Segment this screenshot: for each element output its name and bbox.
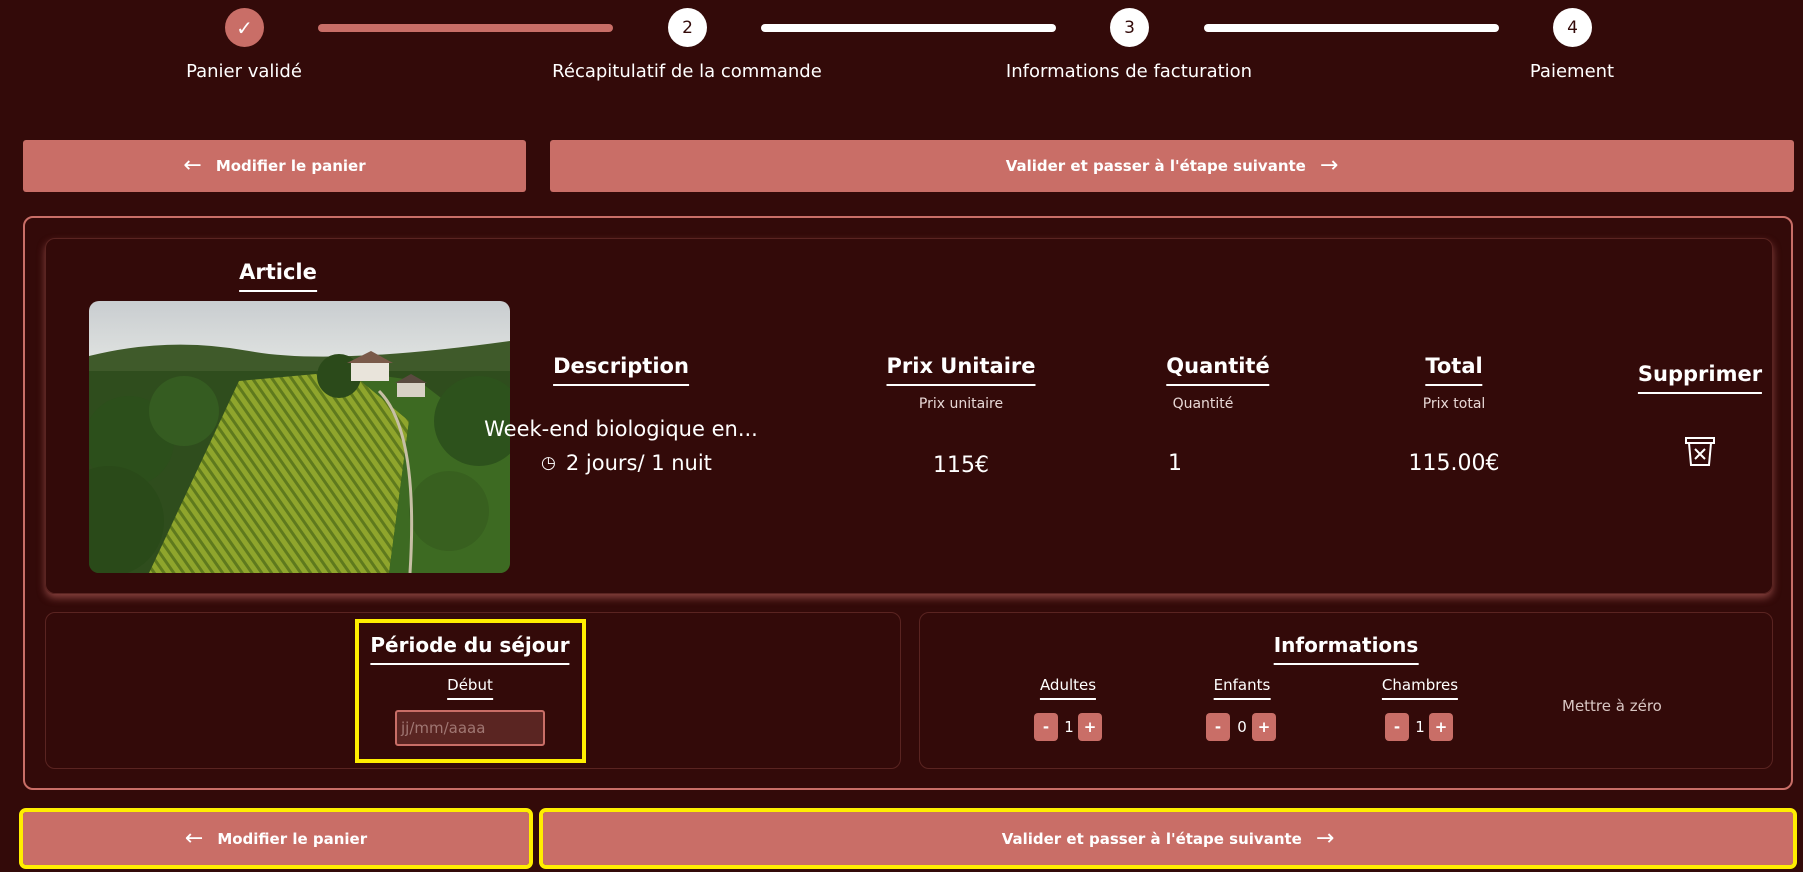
step-progress-bar-3 — [1204, 24, 1499, 32]
unit-price-value: 115€ — [933, 453, 989, 478]
children-count: 0 — [1237, 718, 1247, 736]
modify-cart-button-bottom[interactable]: ← Modifier le panier — [19, 808, 533, 869]
arrow-left-icon: ← — [184, 825, 204, 851]
modify-cart-label: Modifier le panier — [215, 157, 366, 175]
delete-header: Supprimer — [1638, 362, 1762, 394]
total-header: Total — [1425, 354, 1482, 386]
quantity-value: 1 — [1168, 451, 1182, 476]
rooms-minus-button[interactable]: - — [1385, 713, 1409, 741]
description-header: Description — [553, 354, 689, 386]
step-progress-bar-2 — [761, 24, 1056, 32]
article-title: Week-end biologique en... — [484, 417, 758, 441]
step-1-check-icon: ✓ — [225, 8, 264, 47]
validate-next-button-top[interactable]: Valider et passer à l'étape suivante → — [550, 140, 1794, 192]
article-image — [89, 301, 510, 573]
reset-link[interactable]: Mettre à zéro — [1562, 697, 1662, 715]
article-duration: ◷ 2 jours/ 1 nuit — [541, 451, 712, 475]
children-minus-button[interactable]: - — [1206, 713, 1230, 741]
step-progress-bar-1 — [318, 24, 613, 32]
start-date-input[interactable]: jj/mm/aaaa — [395, 710, 545, 746]
rooms-count: 1 — [1415, 718, 1425, 736]
adults-count: 1 — [1064, 718, 1074, 736]
quantity-header: Quantité — [1166, 354, 1269, 386]
total-value: 115.00€ — [1408, 451, 1500, 476]
informations-title: Informations — [1274, 633, 1419, 665]
step-1-label: Panier validé — [186, 61, 302, 82]
adults-plus-button[interactable]: + — [1078, 713, 1102, 741]
informations-card: Informations Adultes - 1 + Enfants - 0 +… — [919, 612, 1773, 769]
stay-period-title: Période du séjour — [370, 633, 569, 665]
children-label: Enfants — [1214, 676, 1271, 700]
unit-price-subheader: Prix unitaire — [918, 396, 1004, 412]
modify-cart-label: Modifier le panier — [217, 829, 368, 848]
step-4-circle: 4 — [1553, 8, 1592, 47]
arrow-left-icon: ← — [183, 153, 202, 178]
article-card: Article Description Week-end biologique … — [45, 238, 1773, 594]
validate-next-label: Valider et passer à l'étape suivante — [1001, 829, 1302, 848]
start-date-label: Début — [447, 676, 493, 700]
step-3-label: Informations de facturation — [1005, 61, 1253, 82]
clock-icon: ◷ — [541, 453, 556, 473]
step-2-circle: 2 — [668, 8, 707, 47]
step-3-circle: 3 — [1110, 8, 1149, 47]
adults-label: Adultes — [1040, 676, 1096, 700]
unit-price-header: Prix Unitaire — [886, 354, 1035, 386]
rooms-plus-button[interactable]: + — [1429, 713, 1453, 741]
step-4-label: Paiement — [1529, 61, 1615, 82]
arrow-right-icon: → — [1315, 825, 1335, 851]
children-plus-button[interactable]: + — [1252, 713, 1276, 741]
quantity-subheader: Quantité — [1172, 396, 1234, 412]
vineyard-image — [89, 301, 510, 573]
rooms-label: Chambres — [1382, 676, 1458, 700]
checkout-stepper: ✓ 2 3 4 Panier validé Récapitulatif de l… — [0, 0, 1803, 100]
duration-text: 2 jours/ 1 nuit — [565, 451, 712, 475]
modify-cart-button-top[interactable]: ← Modifier le panier — [23, 140, 526, 192]
stay-period-card: Période du séjour Début jj/mm/aaaa — [45, 612, 901, 769]
arrow-right-icon: → — [1319, 153, 1339, 178]
validate-next-button-bottom[interactable]: Valider et passer à l'étape suivante → — [539, 808, 1797, 869]
cart-summary-panel: Article Description Week-end biologique … — [23, 216, 1793, 790]
article-header: Article — [239, 260, 317, 292]
step-2-label: Récapitulatif de la commande — [552, 61, 822, 82]
validate-next-label: Valider et passer à l'étape suivante — [1005, 157, 1306, 175]
total-subheader: Prix total — [1422, 396, 1486, 412]
adults-minus-button[interactable]: - — [1034, 713, 1058, 741]
trash-icon[interactable] — [1683, 434, 1717, 468]
